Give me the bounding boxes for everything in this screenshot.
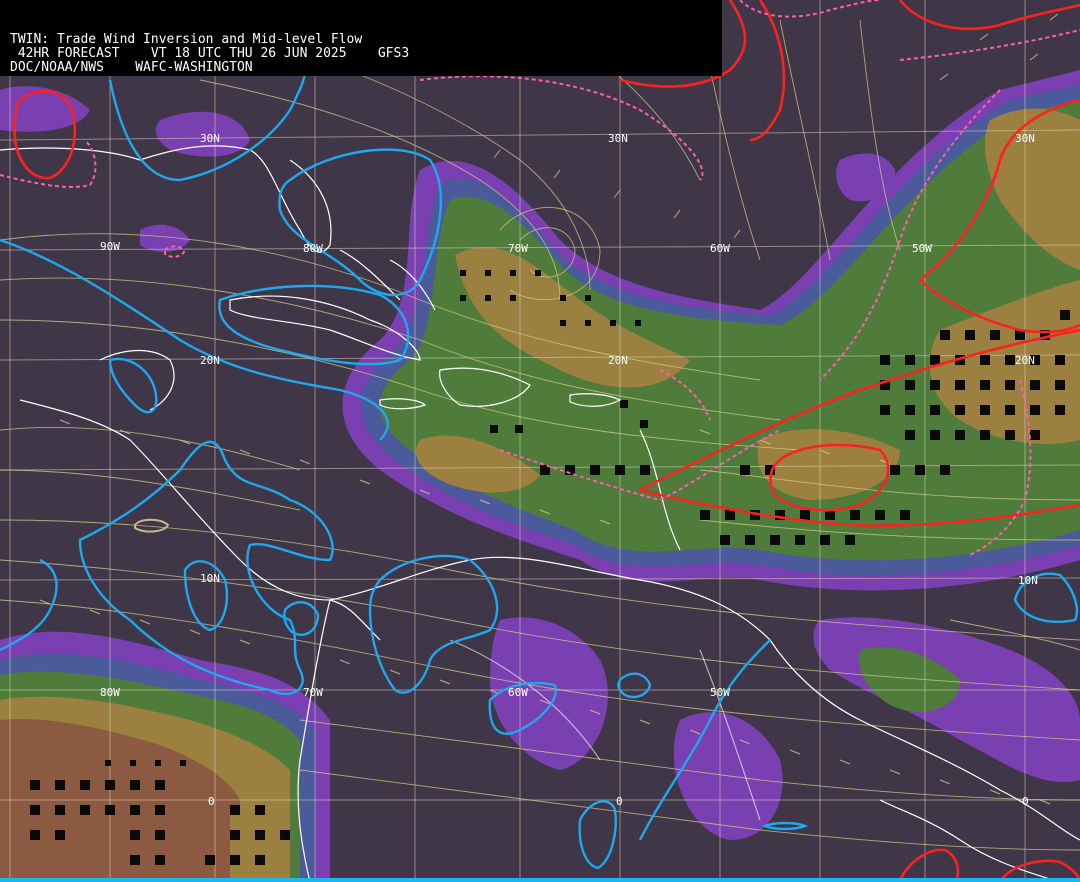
lon-label-60w: 60W <box>710 242 730 255</box>
lat-label-20n-east: 20N <box>1015 354 1035 367</box>
red-contour-top-2 <box>749 0 786 142</box>
twin-forecast-map: TWIN: Trade Wind Inversion and Mid-level… <box>0 0 1080 882</box>
lat-label-30n-east: 30N <box>1015 132 1035 145</box>
agency-line: DOC/NOAA/NWS WAFC-WASHINGTON <box>10 60 253 75</box>
bottom-border <box>0 878 1080 882</box>
lat-label-30n-west: 30N <box>200 132 220 145</box>
lat-label-30n-mid: 30N <box>608 132 628 145</box>
lon-label-90w: 90W <box>100 240 120 253</box>
lat-label-0-east: 0 <box>1022 795 1029 808</box>
lon-label-80w-south: 80W <box>100 686 120 699</box>
lon-label-50w-south: 50W <box>710 686 730 699</box>
lon-label-70w-south: 70W <box>303 686 323 699</box>
map-header: TWIN: Trade Wind Inversion and Mid-level… <box>0 0 722 76</box>
lat-label-10n-west: 10N <box>200 572 220 585</box>
dashed-contour-gulf <box>0 139 97 188</box>
lat-label-0-west: 0 <box>208 795 215 808</box>
cyan-contour-guyana <box>617 672 652 699</box>
lat-label-10n-east: 10N <box>1018 574 1038 587</box>
lon-label-80w: 80W <box>303 242 323 255</box>
red-contour-top-3 <box>898 0 1080 31</box>
lon-label-60w-south: 60W <box>508 686 528 699</box>
shaded-fields <box>0 70 1080 882</box>
forecast-line: 42HR FORECAST VT 18 UTC THU 26 JUN 2025 … <box>10 46 410 61</box>
lon-label-70w: 70W <box>508 242 528 255</box>
cyan-contour-south-center <box>761 821 809 831</box>
lat-label-20n-west: 20N <box>200 354 220 367</box>
cyan-contour-small-3 <box>578 800 617 870</box>
lat-label-0-mid: 0 <box>616 795 623 808</box>
lon-label-50w: 50W <box>912 242 932 255</box>
cyan-contour-honduras <box>108 357 158 414</box>
map-graphic <box>0 0 1080 882</box>
map-title: TWIN: Trade Wind Inversion and Mid-level… <box>10 32 363 47</box>
lat-label-20n-mid: 20N <box>608 354 628 367</box>
dashed-contour-ne <box>899 29 1080 61</box>
coast-central-america <box>19 399 381 641</box>
cyan-contour-colombia <box>368 554 499 694</box>
